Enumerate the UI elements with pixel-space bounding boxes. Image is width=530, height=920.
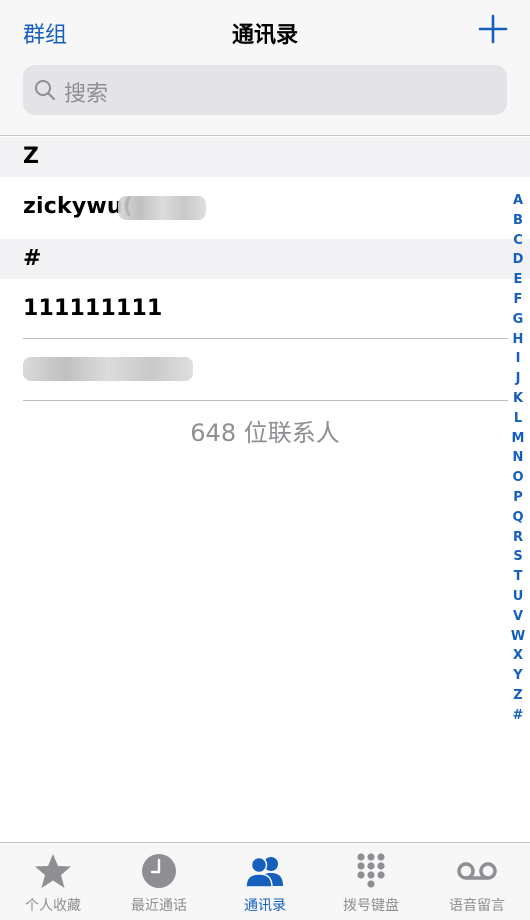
index-letter[interactable]: V [508, 607, 528, 627]
contact-name: zickywu( [23, 194, 133, 219]
index-letter[interactable]: Q [508, 508, 528, 528]
page-title: 通讯录 [231, 23, 298, 48]
section-index-bar[interactable]: A B C D E F G H I J K L M N O P Q R S T … [508, 191, 528, 726]
section-letter: Z [23, 144, 39, 169]
search-icon [35, 80, 56, 101]
index-letter[interactable]: Y [508, 666, 528, 686]
index-letter[interactable]: W [508, 627, 528, 647]
keypad-icon [357, 853, 385, 888]
index-letter[interactable]: F [508, 290, 528, 310]
index-letter[interactable]: Z [508, 686, 528, 706]
contacts-icon [245, 856, 283, 888]
index-letter[interactable]: U [508, 587, 528, 607]
index-letter[interactable]: L [508, 409, 528, 429]
redacted-text [118, 196, 206, 220]
tab-label: 语音留言 [449, 898, 505, 914]
index-letter[interactable]: A [508, 191, 528, 211]
tab-label: 个人收藏 [25, 898, 81, 914]
row-divider [23, 400, 508, 401]
index-letter[interactable]: T [508, 567, 528, 587]
tab-label: 最近通话 [131, 898, 187, 914]
index-letter[interactable]: S [508, 547, 528, 567]
contact-name: 111111111 [23, 296, 163, 321]
plus-icon[interactable] [478, 14, 508, 44]
index-letter[interactable]: D [508, 250, 528, 270]
tab-favorites[interactable]: 个人收藏 [0, 843, 106, 920]
index-letter[interactable]: C [508, 231, 528, 251]
star-icon [35, 854, 71, 888]
index-letter[interactable]: E [508, 270, 528, 290]
navigation-header: 群组 通讯录 搜索 [0, 0, 530, 136]
tab-bar: 个人收藏 最近通话 通讯录 拨号键盘 语音留言 [0, 842, 530, 920]
search-input[interactable]: 搜索 [23, 65, 507, 115]
contact-count: 648 位联系人 [190, 419, 340, 447]
index-letter[interactable]: N [508, 448, 528, 468]
search-placeholder: 搜索 [64, 82, 109, 107]
tab-recents[interactable]: 最近通话 [106, 843, 212, 920]
contact-row[interactable]: zickywu( [0, 177, 508, 239]
voicemail-icon [457, 862, 497, 880]
index-letter[interactable]: M [508, 429, 528, 449]
section-header-z: Z [0, 137, 530, 177]
tab-label: 通讯录 [244, 898, 286, 914]
tab-label: 拨号键盘 [343, 898, 399, 914]
index-letter[interactable]: X [508, 646, 528, 666]
contact-row[interactable] [0, 339, 508, 401]
index-letter[interactable]: G [508, 310, 528, 330]
index-letter[interactable]: J [508, 369, 528, 389]
clock-icon [142, 854, 176, 888]
tab-voicemail[interactable]: 语音留言 [424, 843, 530, 920]
contact-row[interactable]: 111111111 [0, 279, 508, 341]
section-letter: # [23, 246, 42, 271]
index-letter[interactable]: K [508, 389, 528, 409]
index-letter[interactable]: B [508, 211, 528, 231]
index-letter[interactable]: O [508, 468, 528, 488]
redacted-text [23, 357, 193, 381]
index-letter[interactable]: H [508, 330, 528, 350]
index-letter[interactable]: # [508, 706, 528, 726]
index-letter[interactable]: P [508, 488, 528, 508]
index-letter[interactable]: I [508, 349, 528, 369]
tab-keypad[interactable]: 拨号键盘 [318, 843, 424, 920]
index-letter[interactable]: R [508, 528, 528, 548]
section-header-hash: # [0, 239, 530, 279]
tab-contacts[interactable]: 通讯录 [212, 843, 318, 920]
